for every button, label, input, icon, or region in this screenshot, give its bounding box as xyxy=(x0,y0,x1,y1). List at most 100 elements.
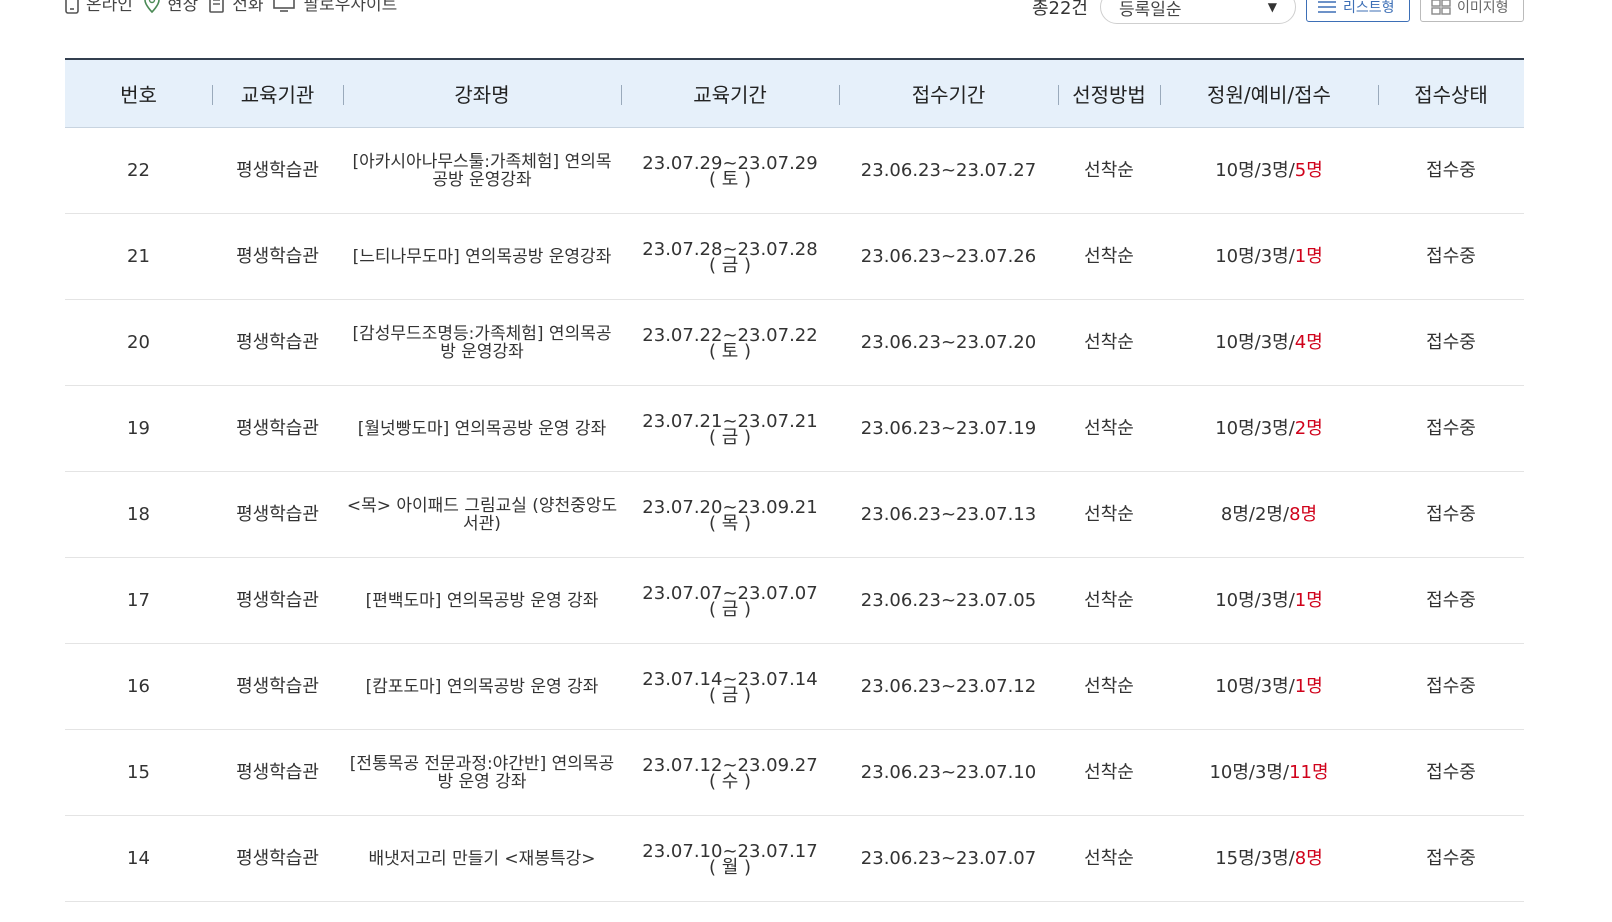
row-capacity: 10명/3명/11명 xyxy=(1160,729,1378,816)
row-number: 15 xyxy=(65,729,212,816)
legend-phone-label: 전화 xyxy=(232,0,264,15)
caret-down-icon: ▼ xyxy=(1267,0,1277,14)
row-application-period: 23.06.23~23.07.07 xyxy=(839,815,1058,902)
row-course-title-link[interactable]: [편백도마] 연의목공방 운영 강좌 xyxy=(343,557,621,644)
row-selection-method: 선착순 xyxy=(1058,127,1160,214)
image-view-button[interactable]: 이미지형 xyxy=(1420,0,1524,22)
row-education-period: 23.07.28~23.07.28( 금 ) xyxy=(621,213,839,300)
row-course-title-link[interactable]: 배냇저고리 만들기 <재봉특강> xyxy=(343,815,621,902)
row-selection-method: 선착순 xyxy=(1058,471,1160,558)
grid-icon xyxy=(1431,0,1451,15)
row-application-period: 23.06.23~23.07.27 xyxy=(839,127,1058,214)
row-capacity: 10명/3명/1명 xyxy=(1160,643,1378,730)
row-capacity: 15명/3명/8명 xyxy=(1160,815,1378,902)
row-organization: 평생학습관 xyxy=(212,385,343,472)
table-row[interactable]: 20 평생학습관 [감성무드조명등:가족체험] 연의목공방 운영강좌 23.07… xyxy=(65,299,1524,386)
capacity-quota: 10명/3명/ xyxy=(1215,676,1295,697)
row-education-period: 23.07.29~23.07.29( 토 ) xyxy=(621,127,839,214)
capacity-applied: 1명 xyxy=(1294,590,1323,611)
table-row[interactable]: 15 평생학습관 [전통목공 전문과정:야간반] 연의목공방 운영 강좌 23.… xyxy=(65,729,1524,816)
legend-onsite-label: 현장 xyxy=(166,0,199,15)
row-course-title-link[interactable]: [캄포도마] 연의목공방 운영 강좌 xyxy=(343,643,621,730)
capacity-applied: 8명 xyxy=(1289,504,1318,525)
capacity-applied: 4명 xyxy=(1294,332,1323,353)
sort-select-value: 등록일순 xyxy=(1119,0,1182,20)
list-view-button[interactable]: 리스트형 xyxy=(1306,0,1410,22)
row-organization: 평생학습관 xyxy=(212,643,343,730)
period-weekday: ( 토 ) xyxy=(708,341,752,362)
capacity-applied: 5명 xyxy=(1294,160,1323,181)
legend-follow-site-label: 팔로우사이트 xyxy=(303,0,398,15)
row-application-period: 23.06.23~23.07.20 xyxy=(839,299,1058,386)
row-application-period: 23.06.23~23.07.10 xyxy=(839,729,1058,816)
capacity-applied: 2명 xyxy=(1294,418,1323,439)
row-capacity: 10명/3명/4명 xyxy=(1160,299,1378,386)
table-row[interactable]: 21 평생학습관 [느티나무도마] 연의목공방 운영강좌 23.07.28~23… xyxy=(65,213,1524,300)
location-pin-icon xyxy=(144,0,160,13)
row-status: 접수중 xyxy=(1378,127,1524,214)
period-weekday: ( 수 ) xyxy=(708,771,752,792)
table-row[interactable]: 16 평생학습관 [캄포도마] 연의목공방 운영 강좌 23.07.14~23.… xyxy=(65,643,1524,730)
period-weekday: ( 월 ) xyxy=(708,857,752,878)
period-weekday: ( 금 ) xyxy=(708,427,752,448)
row-selection-method: 선착순 xyxy=(1058,299,1160,386)
row-application-period: 23.06.23~23.07.12 xyxy=(839,643,1058,730)
row-course-title-link[interactable]: [월넛빵도마] 연의목공방 운영 강좌 xyxy=(343,385,621,472)
capacity-quota: 10명/3명/ xyxy=(1209,762,1290,783)
header-capacity: 정원/예비/접수 xyxy=(1160,59,1378,128)
row-organization: 평생학습관 xyxy=(212,299,343,386)
row-number: 14 xyxy=(65,815,212,902)
table-row[interactable]: 18 평생학습관 <목> 아이패드 그림교실 (양천중앙도서관) 23.07.2… xyxy=(65,471,1524,558)
row-number: 22 xyxy=(65,127,212,214)
capacity-quota: 10명/3명/ xyxy=(1215,332,1295,353)
row-course-title-link[interactable]: [느티나무도마] 연의목공방 운영강좌 xyxy=(343,213,621,300)
list-controls: 총22건 등록일순 ▼ 리스트형 이미지형 xyxy=(1032,0,1524,24)
capacity-quota: 8명/2명/ xyxy=(1220,504,1290,525)
apply-method-legend: 온라인 현장 전화 팔로우사이트 xyxy=(64,0,397,15)
row-organization: 평생학습관 xyxy=(212,729,343,816)
period-weekday: ( 금 ) xyxy=(708,599,752,620)
row-organization: 평생학습관 xyxy=(212,213,343,300)
row-course-title-link[interactable]: [전통목공 전문과정:야간반] 연의목공방 운영 강좌 xyxy=(343,729,621,816)
row-course-title-link[interactable]: [아카시아나무스툴:가족체험] 연의목공방 운영강좌 xyxy=(343,127,621,214)
list-toolbar: 온라인 현장 전화 팔로우사이트 총22건 등록일순 ▼ 리스트형 이미지형 xyxy=(0,0,1612,24)
capacity-applied: 1명 xyxy=(1294,676,1323,697)
document-phone-icon xyxy=(209,0,225,13)
row-status: 접수중 xyxy=(1378,299,1524,386)
capacity-applied: 1명 xyxy=(1294,246,1323,267)
row-status: 접수중 xyxy=(1378,213,1524,300)
row-status: 접수중 xyxy=(1378,471,1524,558)
row-capacity: 10명/3명/2명 xyxy=(1160,385,1378,472)
table-header-row: 번호 교육기관 강좌명 교육기간 접수기간 선정방법 정원/예비/접수 접수상태 xyxy=(65,59,1524,128)
header-application-period: 접수기간 xyxy=(839,59,1058,128)
row-education-period: 23.07.22~23.07.22( 토 ) xyxy=(621,299,839,386)
table-row[interactable]: 14 평생학습관 배냇저고리 만들기 <재봉특강> 23.07.10~23.07… xyxy=(65,815,1524,902)
row-course-title-link[interactable]: [감성무드조명등:가족체험] 연의목공방 운영강좌 xyxy=(343,299,621,386)
header-education-period: 교육기간 xyxy=(621,59,839,128)
row-education-period: 23.07.10~23.07.17( 월 ) xyxy=(621,815,839,902)
table-row[interactable]: 22 평생학습관 [아카시아나무스툴:가족체험] 연의목공방 운영강좌 23.0… xyxy=(65,127,1524,214)
legend-phone: 전화 xyxy=(208,0,263,15)
row-number: 19 xyxy=(65,385,212,472)
capacity-quota: 10명/3명/ xyxy=(1215,590,1295,611)
row-application-period: 23.06.23~23.07.13 xyxy=(839,471,1058,558)
monitor-icon xyxy=(273,0,296,12)
period-weekday: ( 금 ) xyxy=(708,685,752,706)
header-status: 접수상태 xyxy=(1378,59,1524,128)
table-row[interactable]: 17 평생학습관 [편백도마] 연의목공방 운영 강좌 23.07.07~23.… xyxy=(65,557,1524,644)
row-education-period: 23.07.07~23.07.07( 금 ) xyxy=(621,557,839,644)
row-selection-method: 선착순 xyxy=(1058,643,1160,730)
row-selection-method: 선착순 xyxy=(1058,815,1160,902)
row-course-title-link[interactable]: <목> 아이패드 그림교실 (양천중앙도서관) xyxy=(343,471,621,558)
capacity-quota: 10명/3명/ xyxy=(1215,418,1295,439)
row-education-period: 23.07.21~23.07.21( 금 ) xyxy=(621,385,839,472)
legend-online: 온라인 xyxy=(64,0,133,15)
period-weekday: ( 목 ) xyxy=(708,513,752,534)
row-status: 접수중 xyxy=(1378,815,1524,902)
row-education-period: 23.07.12~23.09.27( 수 ) xyxy=(621,729,839,816)
total-count: 총22건 xyxy=(1031,0,1088,19)
period-weekday: ( 토 ) xyxy=(708,169,752,190)
row-application-period: 23.06.23~23.07.26 xyxy=(839,213,1058,300)
sort-select[interactable]: 등록일순 ▼ xyxy=(1100,0,1296,24)
table-row[interactable]: 19 평생학습관 [월넛빵도마] 연의목공방 운영 강좌 23.07.21~23… xyxy=(65,385,1524,472)
